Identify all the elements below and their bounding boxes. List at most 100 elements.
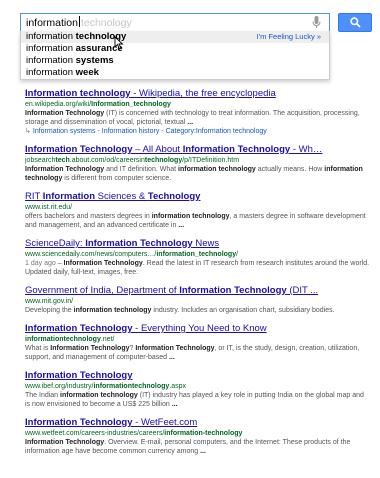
text-run: /p/ITDefinition.htm [182, 157, 240, 164]
result-title-link[interactable]: Information Technology - Everything You … [25, 323, 370, 335]
text-caret [78, 16, 80, 27]
search-input[interactable]: information technology [26, 15, 132, 31]
result-sitelinks: ↳ Information systems - Information histo… [25, 127, 370, 136]
microphone-icon[interactable] [312, 16, 321, 29]
highlighted-term: ... [178, 222, 185, 229]
autocomplete-dropdown: information technology I'm Feeling Lucky… [20, 31, 330, 80]
highlighted-term: informationtechnology [93, 383, 170, 390]
result-snippet: offers bachelors and masters degrees in … [25, 212, 370, 230]
suggestion-completion: week [75, 67, 99, 78]
highlighted-term: Information Technology [182, 144, 291, 155]
result-snippet: Information Technology. Overview. E-mail… [25, 438, 370, 456]
mouse-pointer-icon [114, 36, 124, 50]
result-title-link[interactable]: Information Technology – All About Infor… [25, 144, 370, 156]
highlighted-term: ... [171, 401, 178, 408]
text-run: - Wh… [290, 144, 323, 155]
text-run: / [236, 251, 239, 258]
autocomplete-ghost-text: technology [80, 17, 132, 29]
text-run: RIT [25, 191, 43, 202]
sitelinks-arrow-icon: ↳ [25, 128, 31, 135]
search-result: Information Technology - Everything You … [25, 323, 370, 362]
text-run: What is [25, 345, 51, 352]
result-url: en.wikipedia.org/wiki/Information_techno… [25, 100, 370, 109]
im-feeling-lucky-link[interactable]: I'm Feeling Lucky » [257, 31, 321, 43]
search-box[interactable]: information technology [20, 13, 330, 32]
result-url: www.sciencedaily.com/news/computers…/inf… [25, 250, 370, 259]
result-url: www.ibef.org/industry/informationtechnol… [25, 382, 370, 391]
text-run: Government of India, Department of [25, 285, 180, 296]
search-result: Information Technology - WetFeet.com www.… [25, 417, 370, 456]
sitelink[interactable]: Information systems [33, 128, 96, 135]
result-snippet: What is Information Technology? Informat… [25, 344, 370, 362]
text-run: - WetFeet.com [132, 417, 198, 428]
highlighted-term: ... [200, 448, 206, 455]
search-button[interactable] [338, 13, 372, 32]
result-title-link[interactable]: Information Technology - WetFeet.com [25, 417, 370, 429]
highlighted-term: information-technology [164, 430, 243, 437]
text-run: www.wetfeet.com/careers-industries/caree… [25, 430, 165, 437]
result-snippet: The Indian information technology (IT) i… [25, 391, 370, 409]
text-run: is different from computer science. [62, 175, 172, 182]
highlighted-term: Information Technology [85, 238, 193, 249]
result-title-link[interactable]: Government of India, Department of Infor… [25, 285, 370, 297]
text-run: .aspx [169, 383, 187, 390]
highlighted-term: Information Technology [25, 439, 105, 446]
result-title-link[interactable]: ScienceDaily: Information Technology New… [25, 238, 370, 250]
highlighted-term: information technology [178, 166, 256, 173]
date-separator: – [55, 260, 64, 267]
text-run: News [192, 238, 220, 249]
highlighted-term: information technology [73, 307, 152, 314]
result-title-link[interactable]: RIT Information Sciences & Technology [25, 191, 370, 203]
highlighted-term: Information Technology [25, 166, 105, 173]
highlighted-term: Information Technology [25, 370, 133, 381]
highlighted-term: information_technology [156, 251, 237, 258]
highlighted-term: Information technology [25, 88, 131, 99]
suggestion-prefix: information [26, 31, 73, 42]
search-results: Information technology - Wikipedia, the … [25, 88, 370, 464]
text-run: www.sciencedaily.com/news/computers…/ [25, 251, 157, 258]
text-run: (DIT ... [286, 285, 319, 296]
suggestion-prefix: information [26, 43, 73, 54]
suggestion-item[interactable]: information assurance [21, 43, 329, 55]
text-run: www.mit.gov.in/ [25, 298, 74, 305]
text-run: ScienceDaily: [25, 238, 86, 249]
text-run: - Wikipedia, the free encyclopedia [130, 88, 276, 99]
sitelink[interactable]: Category:Information technology [166, 128, 267, 135]
text-run: – All About [132, 144, 183, 155]
result-snippet: Information Technology (IT) is concerned… [25, 109, 370, 127]
suggestion-item[interactable]: information week [21, 67, 329, 79]
highlighted-term: information technology [151, 213, 230, 220]
result-title-link[interactable]: Information technology - Wikipedia, the … [25, 88, 370, 100]
result-snippet: Developing the information technology in… [25, 306, 370, 315]
result-url: informationtechnology.net/ [25, 335, 370, 344]
highlighted-term: tech [55, 157, 70, 164]
highlighted-term: ... [187, 119, 194, 126]
result-url: jobsearchtech.about.com/od/careersintech… [25, 156, 370, 165]
text-run: .about.com/od/careersin [69, 157, 145, 164]
result-url: www.ist.rit.edu/ [25, 203, 370, 212]
highlighted-term: Information Technology [25, 323, 133, 334]
text-run: The Indian [25, 392, 61, 399]
highlighted-term: information technology [60, 392, 138, 399]
magnifier-icon [350, 17, 361, 28]
text-run: www.ist.rit.edu/ [25, 204, 73, 211]
text-run: offers bachelors and masters degrees in [25, 213, 152, 220]
text-run: www.ibef.org/industry/ [25, 383, 94, 390]
result-title-link[interactable]: Information Technology [25, 370, 370, 382]
text-run: Developing the [25, 307, 74, 314]
suggestion-item[interactable]: information technology I'm Feeling Lucky… [21, 31, 329, 43]
text-run: and IT definition. What [104, 166, 179, 173]
text-run: .net/ [100, 336, 115, 343]
search-result: Information Technology www.ibef.org/indus… [25, 370, 370, 409]
search-result: Government of India, Department of Infor… [25, 285, 370, 315]
highlighted-term: Information_technology [91, 101, 171, 108]
highlighted-term: Information Technology [25, 417, 133, 428]
highlighted-term: Information [42, 191, 96, 202]
sitelink[interactable]: Information history [102, 128, 160, 135]
result-date: 1 day ago [25, 260, 56, 267]
highlighted-term: ... [168, 354, 175, 361]
typed-query: information [26, 17, 78, 29]
result-snippet: 1 day ago – Information Technology. Read… [25, 259, 370, 277]
result-snippet: Information Technology and IT definition… [25, 165, 370, 183]
suggestion-item[interactable]: information systems [21, 55, 329, 67]
